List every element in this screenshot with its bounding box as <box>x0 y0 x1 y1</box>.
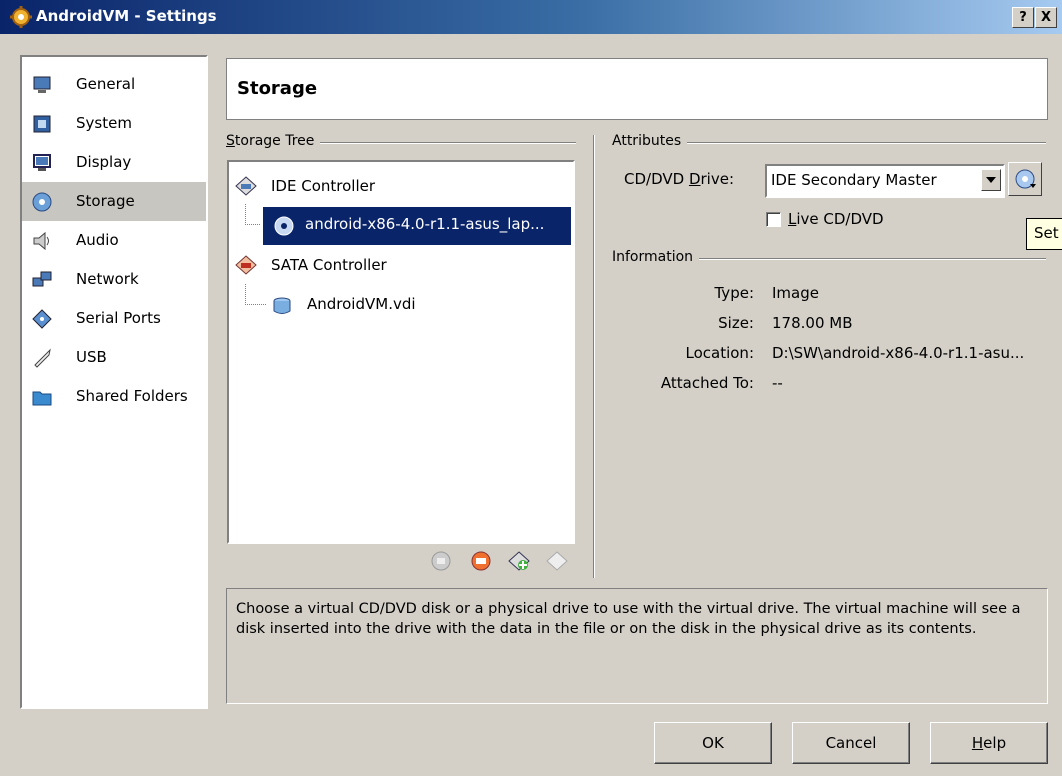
info-attached-label: Attached To: <box>660 374 754 392</box>
close-title-button[interactable]: X <box>1035 7 1057 28</box>
window-title: AndroidVM - Settings <box>36 7 217 25</box>
add-attachment-icon[interactable] <box>508 550 530 572</box>
sidebar-item-label: System <box>76 114 132 132</box>
sidebar-item-label: Shared Folders <box>76 387 188 405</box>
cd-drive-label: CD/DVD Drive: <box>624 170 735 188</box>
network-icon <box>32 271 52 287</box>
disk-icon <box>32 192 52 212</box>
page-header: Storage <box>226 58 1048 120</box>
usb-icon <box>34 348 51 368</box>
folder-icon <box>32 391 52 406</box>
help-title-button[interactable]: ? <box>1012 7 1034 28</box>
page-title: Storage <box>237 78 318 99</box>
sidebar-item-serial-ports[interactable]: Serial Ports <box>22 299 206 338</box>
info-type-value: Image <box>772 284 819 302</box>
description-text: Choose a virtual CD/DVD disk or a physic… <box>236 601 1021 637</box>
info-location-value: D:\SW\android-x86-4.0-r1.1-asu... <box>772 344 1025 362</box>
sata-controller-icon <box>235 255 257 275</box>
cd-drive-select[interactable]: IDE Secondary Master <box>765 164 1005 198</box>
tooltip: Set <box>1026 218 1062 250</box>
info-attached-value: -- <box>772 374 783 392</box>
sidebar-item-label: Serial Ports <box>76 309 161 327</box>
speaker-icon <box>33 231 49 251</box>
description-panel: Choose a virtual CD/DVD disk or a physic… <box>226 588 1048 704</box>
cd-icon <box>1015 169 1036 189</box>
tree-node-label: SATA Controller <box>271 256 387 274</box>
tree-node-sata-controller[interactable]: SATA Controller <box>229 247 569 283</box>
tree-node-ide-controller[interactable]: IDE Controller <box>229 168 569 204</box>
sidebar-item-label: Storage <box>76 192 135 210</box>
live-cd-label: Live CD/DVD <box>788 210 884 228</box>
sidebar-item-label: USB <box>76 348 107 366</box>
serial-port-icon <box>32 309 52 329</box>
tree-node-label: IDE Controller <box>271 177 376 195</box>
storage-tree[interactable]: IDE Controller android-x86-4.0-r1.1-asus… <box>227 160 575 544</box>
sidebar-item-label: Network <box>76 270 139 288</box>
settings-sidebar: General System Display Storage Audio Net… <box>20 55 208 709</box>
chip-icon <box>33 115 51 133</box>
ide-controller-icon <box>235 176 257 196</box>
remove-controller-icon[interactable] <box>546 550 568 572</box>
tree-node-cd-image[interactable]: android-x86-4.0-r1.1-asus_lap... <box>263 207 571 245</box>
sidebar-item-label: Display <box>76 153 132 171</box>
display-icon <box>33 154 51 171</box>
chevron-down-icon[interactable] <box>981 169 1001 191</box>
sidebar-item-system[interactable]: System <box>22 104 206 143</box>
information-label: Information <box>612 249 700 265</box>
attributes-label: Attributes <box>612 133 688 149</box>
info-location-label: Location: <box>685 344 755 362</box>
cd-drive-value: IDE Secondary Master <box>771 171 937 189</box>
cd-icon <box>274 216 294 236</box>
cancel-button[interactable]: Cancel <box>792 722 910 764</box>
sidebar-item-audio[interactable]: Audio <box>22 221 206 260</box>
sidebar-item-network[interactable]: Network <box>22 260 206 299</box>
info-size-value: 178.00 MB <box>772 314 853 332</box>
sidebar-item-label: General <box>76 75 136 93</box>
choose-disk-button[interactable] <box>1008 162 1042 196</box>
tree-connector <box>245 204 260 225</box>
remove-attachment-icon[interactable] <box>430 550 452 572</box>
hard-disk-icon <box>273 297 291 314</box>
live-cd-checkbox[interactable] <box>766 212 781 227</box>
sidebar-item-display[interactable]: Display <box>22 143 206 182</box>
sidebar-item-usb[interactable]: USB <box>22 338 206 377</box>
tree-node-label: AndroidVM.vdi <box>307 295 416 313</box>
storage-tree-label: Storage Tree <box>226 133 321 149</box>
sidebar-item-shared-folders[interactable]: Shared Folders <box>22 377 206 416</box>
tree-node-label: android-x86-4.0-r1.1-asus_lap... <box>305 215 545 233</box>
add-controller-icon[interactable] <box>470 550 492 572</box>
ok-button[interactable]: OK <box>654 722 772 764</box>
tree-node-vdi[interactable]: AndroidVM.vdi <box>263 287 563 323</box>
info-type-label: Type: <box>714 284 754 302</box>
monitor-icon <box>33 76 51 93</box>
sidebar-item-storage[interactable]: Storage <box>22 182 206 221</box>
info-size-label: Size: <box>718 314 754 332</box>
help-button[interactable]: Help <box>930 722 1048 764</box>
sidebar-item-label: Audio <box>76 231 119 249</box>
title-bar: AndroidVM - Settings ? X <box>0 0 1062 34</box>
gear-icon <box>10 6 32 28</box>
sidebar-item-general[interactable]: General <box>22 65 206 104</box>
